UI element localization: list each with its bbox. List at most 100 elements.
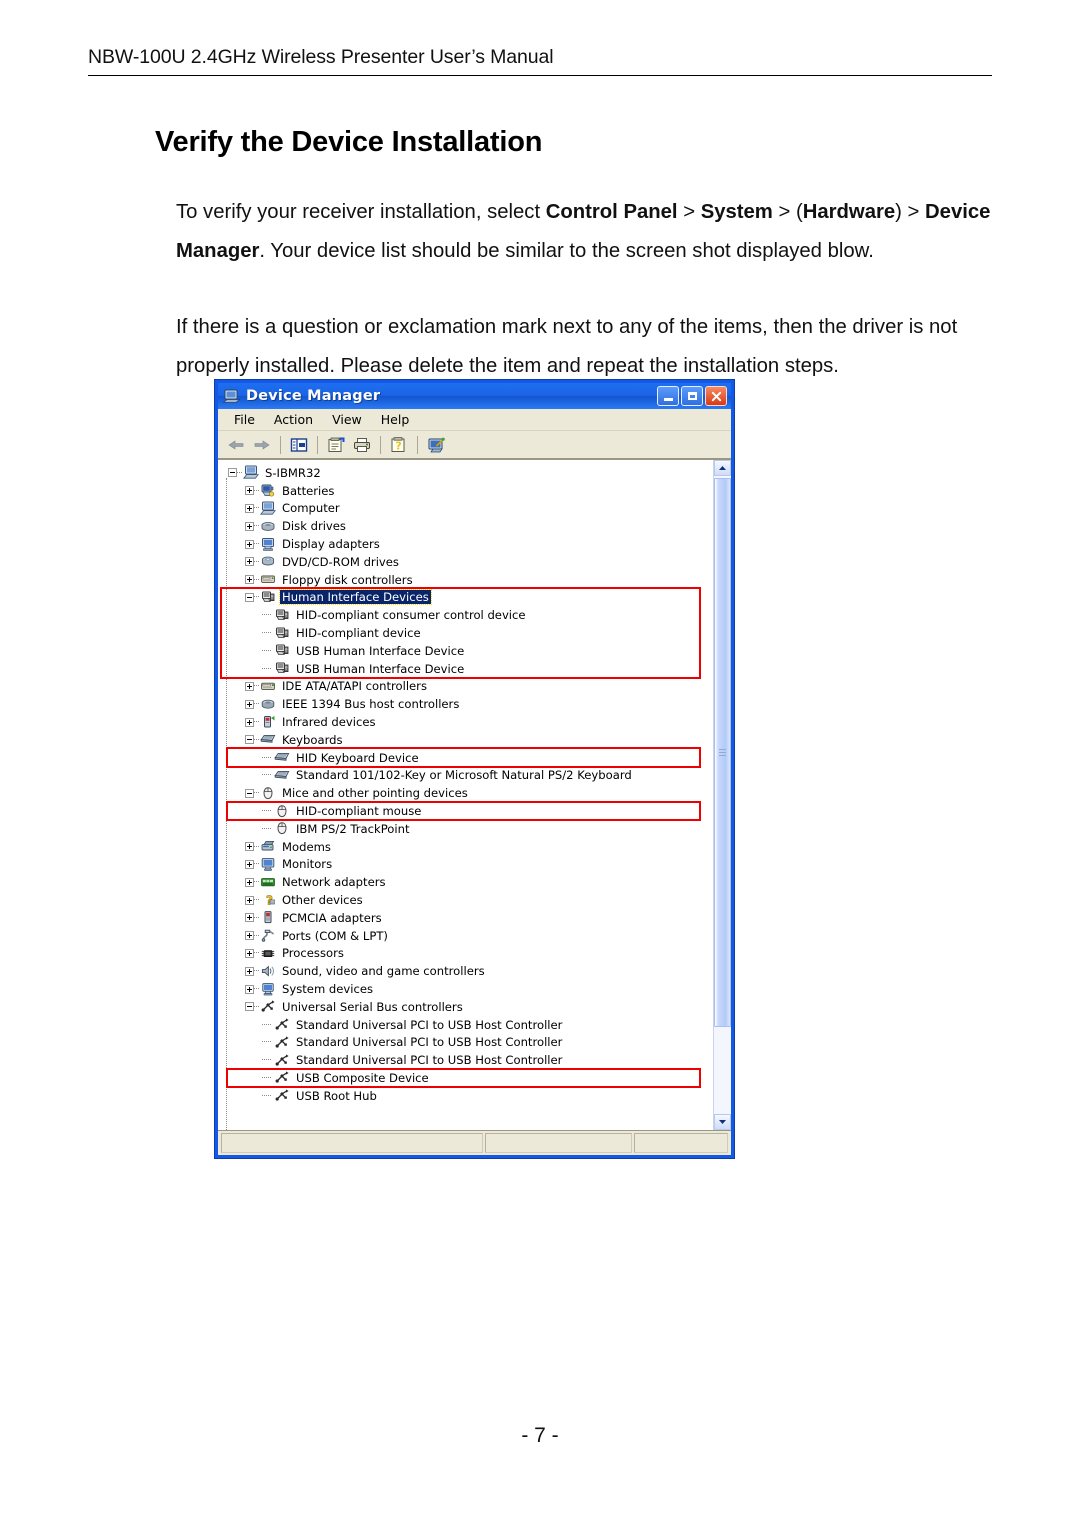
help-icon[interactable]: ? — [387, 433, 411, 456]
expand-plus-icon[interactable] — [245, 717, 254, 727]
tree-item-label: Standard 101/102-Key or Microsoft Natura… — [296, 768, 632, 783]
tree-item[interactable]: HID Keyboard Device — [224, 749, 713, 767]
tree-item[interactable]: Sound, video and game controllers — [224, 962, 713, 980]
para1-sep2: > ( — [772, 201, 803, 223]
hid-icon — [260, 590, 276, 605]
collapse-minus-icon[interactable] — [245, 592, 254, 602]
scrollbar-thumb[interactable] — [714, 478, 731, 1027]
tree-item[interactable]: S-IBMR32 — [224, 464, 713, 482]
menu-item-file[interactable]: File — [226, 411, 266, 429]
collapse-minus-icon[interactable] — [245, 735, 254, 745]
title-bar[interactable]: Device Manager — [218, 383, 731, 409]
scan-hardware-icon[interactable] — [424, 433, 448, 456]
tree-item[interactable]: DVD/CD-ROM drives — [224, 553, 713, 571]
tree-item[interactable]: Universal Serial Bus controllers — [224, 998, 713, 1016]
scroll-down-arrow-icon[interactable] — [714, 1114, 731, 1130]
network-adapter-icon — [260, 875, 276, 890]
tree-connector — [254, 934, 259, 937]
expand-plus-icon[interactable] — [245, 877, 254, 887]
tree-item[interactable]: Floppy disk controllers — [224, 571, 713, 589]
close-button[interactable] — [705, 386, 727, 406]
expand-plus-icon[interactable] — [245, 521, 254, 531]
tree-item[interactable]: IBM PS/2 TrackPoint — [224, 820, 713, 838]
expand-plus-icon[interactable] — [245, 859, 254, 869]
tree-item[interactable]: HID-compliant consumer control device — [224, 606, 713, 624]
minimize-button[interactable] — [657, 386, 679, 406]
expand-plus-icon[interactable] — [245, 539, 254, 549]
tree-item[interactable]: Network adapters — [224, 873, 713, 891]
expand-plus-icon[interactable] — [245, 699, 254, 709]
scrollbar-track[interactable] — [714, 476, 731, 1114]
tree-item-label: HID Keyboard Device — [296, 750, 419, 765]
device-tree[interactable]: S-IBMR32 Batteries Computer Disk drives Disp… — [218, 460, 713, 1130]
computer-icon — [259, 501, 277, 516]
tree-item-label: Modems — [282, 839, 331, 854]
expand-plus-icon[interactable] — [245, 557, 254, 567]
back-button[interactable] — [224, 433, 248, 456]
tree-item[interactable]: Ports (COM & LPT) — [224, 927, 713, 945]
tree-item[interactable]: Disk drives — [224, 517, 713, 535]
menu-item-action[interactable]: Action — [266, 411, 324, 429]
tree-item[interactable]: Processors — [224, 945, 713, 963]
forward-button[interactable] — [250, 433, 274, 456]
tree-item[interactable]: Standard Universal PCI to USB Host Contr… — [224, 1051, 713, 1069]
tree-item[interactable]: HID-compliant device — [224, 624, 713, 642]
tree-item-label: Disk drives — [282, 519, 346, 534]
tree-item[interactable]: USB Composite Device — [224, 1069, 713, 1087]
toolbar-separator — [317, 435, 318, 454]
tree-item[interactable]: Batteries — [224, 482, 713, 500]
expand-plus-icon[interactable] — [245, 575, 254, 585]
tree-item[interactable]: PCMCIA adapters — [224, 909, 713, 927]
tree-item[interactable]: Computer — [224, 500, 713, 518]
expand-plus-icon[interactable] — [245, 948, 254, 958]
tree-item[interactable]: System devices — [224, 980, 713, 998]
scroll-up-arrow-icon[interactable] — [714, 460, 731, 476]
tree-item-label: USB Human Interface Device — [296, 661, 465, 676]
scrollbar-grip — [719, 749, 726, 757]
keyboard-icon — [274, 768, 290, 783]
system-device-icon — [260, 982, 276, 997]
tree-item[interactable]: USB Human Interface Device — [224, 660, 713, 678]
expand-plus-icon[interactable] — [245, 984, 254, 994]
tree-item[interactable]: Standard 101/102-Key or Microsoft Natura… — [224, 767, 713, 785]
vertical-scrollbar[interactable] — [713, 460, 731, 1130]
maximize-button[interactable] — [681, 386, 703, 406]
tree-item[interactable]: USB Human Interface Device — [224, 642, 713, 660]
tree-item-label: Floppy disk controllers — [282, 572, 413, 587]
tree-item[interactable]: Standard Universal PCI to USB Host Contr… — [224, 1034, 713, 1052]
tree-item[interactable]: ? Other devices — [224, 891, 713, 909]
tree-item[interactable]: Keyboards — [224, 731, 713, 749]
toolbar: ? — [218, 431, 731, 459]
collapse-minus-icon[interactable] — [245, 788, 254, 798]
expand-plus-icon[interactable] — [245, 503, 254, 513]
tree-item-label: Other devices — [282, 893, 363, 908]
tree-item[interactable]: Display adapters — [224, 535, 713, 553]
expand-plus-icon[interactable] — [245, 895, 254, 905]
usb-icon — [274, 1053, 290, 1068]
tree-item[interactable]: Modems — [224, 838, 713, 856]
expand-plus-icon[interactable] — [245, 842, 254, 852]
menu-item-help[interactable]: Help — [373, 411, 421, 429]
paragraph-verify-instructions: To verify your receiver installation, se… — [176, 193, 992, 271]
expand-plus-icon[interactable] — [245, 681, 254, 691]
tree-item[interactable]: IDE ATA/ATAPI controllers — [224, 678, 713, 696]
status-panel-1 — [221, 1133, 483, 1153]
collapse-minus-icon[interactable] — [245, 1002, 254, 1012]
tree-item[interactable]: Infrared devices — [224, 713, 713, 731]
menu-item-view[interactable]: View — [324, 411, 373, 429]
tree-item[interactable]: HID-compliant mouse — [224, 802, 713, 820]
expand-plus-icon[interactable] — [245, 486, 254, 496]
tree-item[interactable]: Human Interface Devices — [224, 589, 713, 607]
expand-plus-icon[interactable] — [245, 931, 254, 941]
tree-item[interactable]: USB Root Hub — [224, 1087, 713, 1105]
console-tree-icon[interactable] — [287, 433, 311, 456]
tree-item[interactable]: Mice and other pointing devices — [224, 784, 713, 802]
printer-icon[interactable] — [350, 433, 374, 456]
expand-plus-icon[interactable] — [245, 913, 254, 923]
expand-plus-icon[interactable] — [245, 966, 254, 976]
properties-icon[interactable] — [324, 433, 348, 456]
collapse-minus-icon[interactable] — [228, 468, 237, 478]
tree-item[interactable]: IEEE 1394 Bus host controllers — [224, 695, 713, 713]
tree-item[interactable]: Monitors — [224, 856, 713, 874]
tree-item[interactable]: Standard Universal PCI to USB Host Contr… — [224, 1016, 713, 1034]
